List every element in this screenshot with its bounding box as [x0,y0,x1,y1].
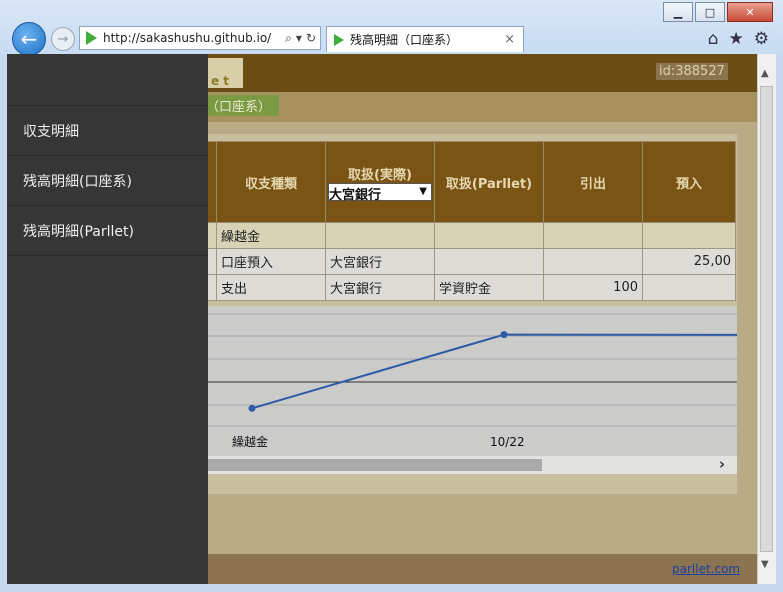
header-handling-actual: 取扱(実際) 大宮銀行 ▼ [325,141,435,223]
chevron-down-icon: ▼ [419,185,427,197]
tab-favicon-icon [334,33,344,46]
site-favicon-icon [86,31,97,45]
balance-point-0[interactable] [248,404,256,412]
chevron-right-icon[interactable]: › [719,455,725,473]
table-header-row: 収支種類 取扱(実際) 大宮銀行 ▼ 取扱(Parllet) 引出 預入 [207,141,736,223]
table-cell: 学資貯金 [434,274,544,301]
footer-link[interactable]: parllet.com [672,562,740,576]
x-tick-label: 10/22 [490,435,525,449]
handling-actual-select-value: 大宮銀行 [329,187,382,203]
header-type: 収支種類 [216,141,326,223]
window-controls: ▁ □ ✕ [663,2,773,22]
table-cell [207,248,217,275]
user-id-label: id:388527 [656,63,728,80]
table-cell [642,222,736,249]
scrollbar-thumb[interactable] [207,459,542,471]
table-row: 繰越金 [207,222,736,249]
tab-title: 残高明細（口座系） [350,33,459,47]
scroll-up-icon[interactable]: ▲ [761,68,769,79]
table-cell: 大宮銀行 [325,248,435,275]
main-content: 収支種類 取扱(実際) 大宮銀行 ▼ 取扱(Parllet) 引出 預入 繰越金 [207,134,737,494]
scroll-down-icon[interactable]: ▼ [761,559,769,570]
balance-chart: 繰越金 10/22 [207,306,737,464]
drawer-header [7,54,208,106]
address-bar[interactable]: http://sakashushu.github.io/ ⌕ ▾ ↻ [79,26,321,50]
home-icon[interactable]: ⌂ [708,29,719,49]
table-cell: 大宮銀行 [325,274,435,301]
table-cell: 支出 [216,274,326,301]
table-row: 支出 大宮銀行 学資貯金 100 [207,274,736,301]
breadcrumb[interactable]: （口座系） [202,95,280,116]
address-url[interactable]: http://sakashushu.github.io/ [103,31,285,45]
tab-active[interactable]: 残高明細（口座系） × [326,26,524,52]
header-withdrawal: 引出 [543,141,643,223]
balance-series-line [251,333,737,410]
tab-close-icon[interactable]: × [504,32,523,47]
table-cell: 100 [543,274,643,301]
header-handling-actual-label: 取扱(実際) [348,167,412,183]
gear-icon[interactable]: ⚙ [754,29,769,49]
search-icon[interactable]: ⌕ [285,31,292,46]
header-cell-cut [207,141,217,223]
chart-horizontal-scrollbar[interactable]: › [207,455,737,474]
table-cell [543,248,643,275]
side-drawer: 収支明細 残高明細(口座系) 残高明細(Parllet) [7,54,208,584]
maximize-button[interactable]: □ [695,2,725,22]
x-tick-label: 繰越金 [232,434,268,449]
handling-actual-select[interactable]: 大宮銀行 ▼ [328,182,432,203]
refresh-icon[interactable]: ↻ [306,31,316,46]
table-cell [543,222,643,249]
window-frame-left [0,54,7,584]
table-cell [642,274,736,301]
back-button[interactable]: ← [12,22,46,56]
drawer-item-balance-account[interactable]: 残高明細(口座系) [7,156,208,206]
browser-toolbar-icons: ⌂ ★ ⚙ [708,29,769,49]
header-handling-parllet: 取扱(Parllet) [434,141,544,223]
table-cell [325,222,435,249]
balance-chart-svg: 繰越金 10/22 [207,313,737,449]
scrollbar-thumb[interactable] [760,86,773,552]
minimize-button[interactable]: ▁ [663,2,693,22]
ledger-table: 収支種類 取扱(実際) 大宮銀行 ▼ 取扱(Parllet) 引出 預入 繰越金 [207,141,736,301]
table-cell: 口座預入 [216,248,326,275]
close-window-button[interactable]: ✕ [727,2,773,22]
table-cell [434,222,544,249]
star-icon[interactable]: ★ [729,29,744,49]
drawer-item-balance-parllet[interactable]: 残高明細(Parllet) [7,206,208,256]
balance-point-1[interactable] [500,331,508,339]
window-frame-bottom [0,584,783,592]
back-arrow-icon: ← [20,27,38,51]
forward-arrow-icon: → [57,31,69,47]
table-row: 口座預入 大宮銀行 25,00 [207,248,736,275]
header-deposit: 預入 [642,141,736,223]
table-cell [207,274,217,301]
table-cell: 繰越金 [216,222,326,249]
drawer-item-income-expense[interactable]: 収支明細 [7,106,208,156]
dropdown-chevron-icon[interactable]: ▾ [296,31,302,46]
table-cell [207,222,217,249]
vertical-scrollbar[interactable]: ▲ ▼ [757,54,776,584]
table-cell: 25,00 [642,248,736,275]
forward-button[interactable]: → [51,27,75,51]
window-frame-right [775,54,783,584]
table-cell [434,248,544,275]
